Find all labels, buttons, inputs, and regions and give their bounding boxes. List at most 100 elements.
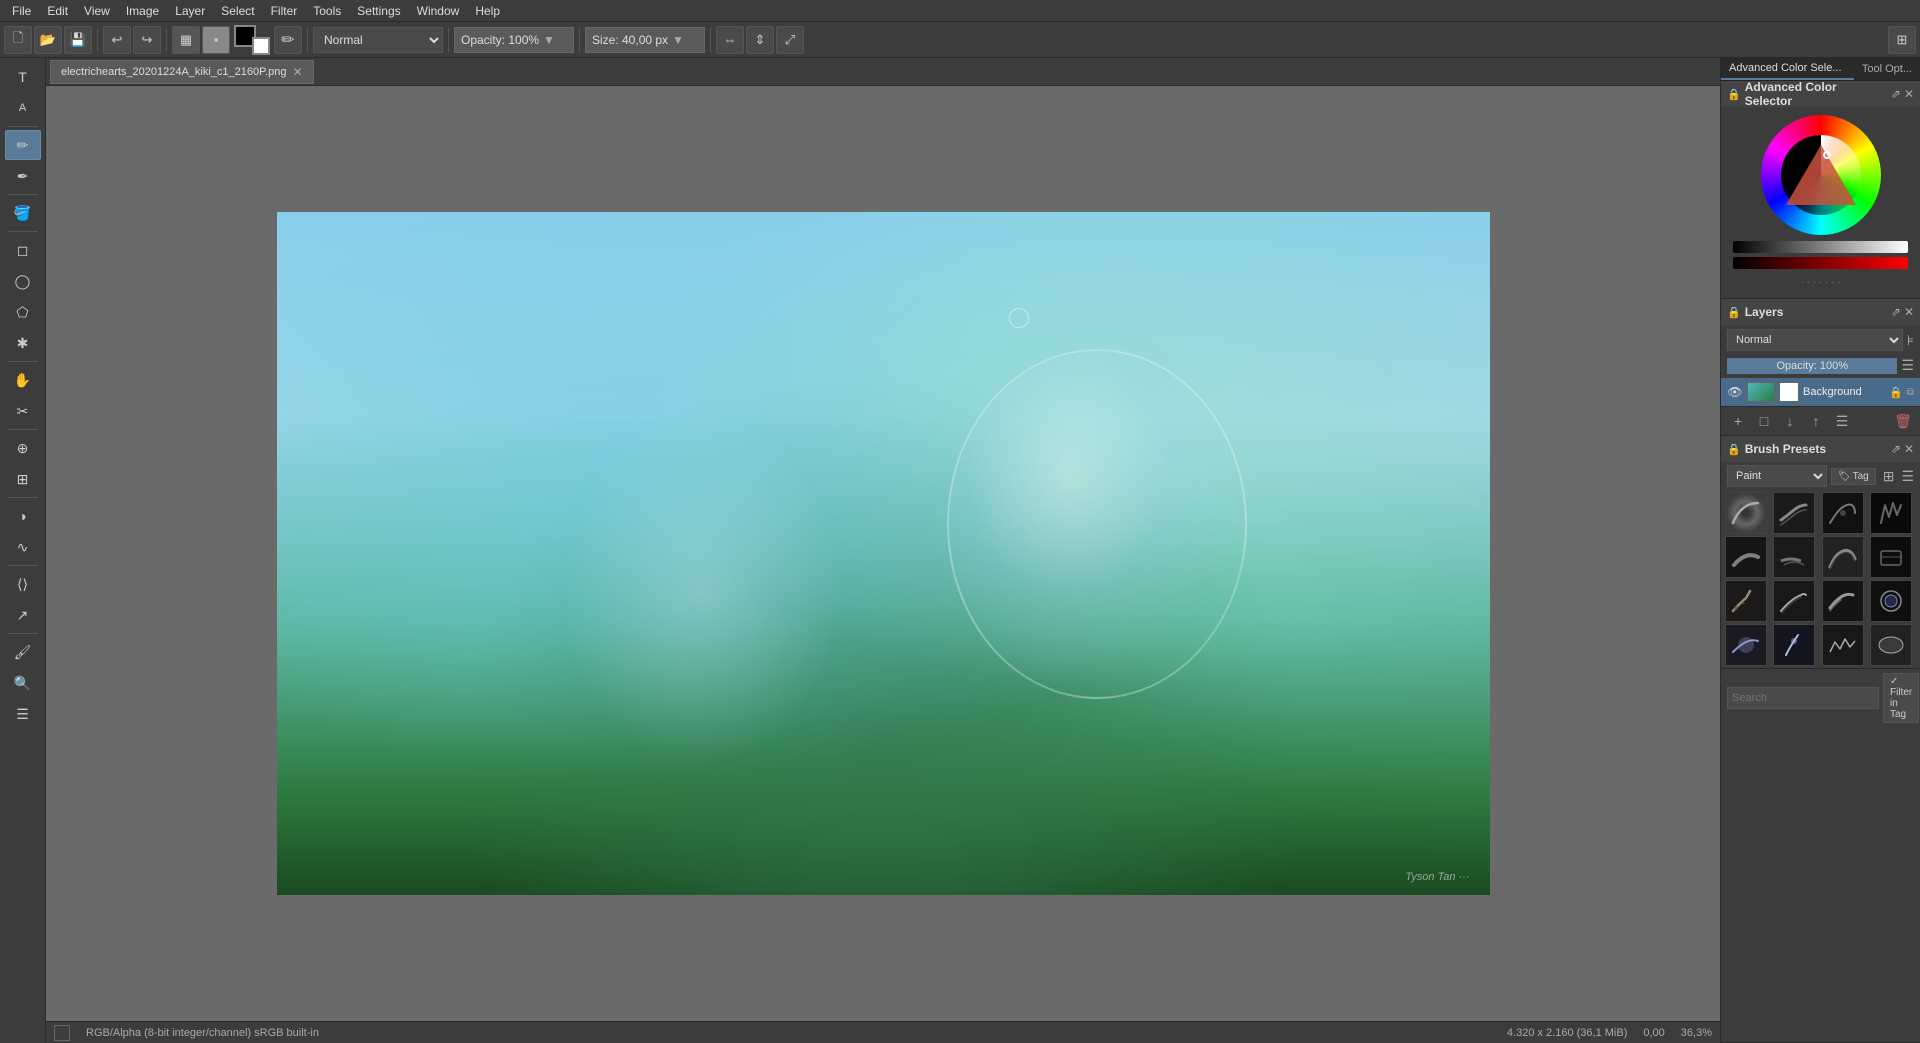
transform-tool[interactable]: ↗ — [5, 600, 41, 630]
background-color[interactable] — [252, 37, 270, 55]
background-layer-row[interactable]: 👁 Background 🔒 ⧉ — [1721, 378, 1920, 406]
layer-menu-btn[interactable]: ☰ — [1831, 411, 1853, 431]
brush-item-14[interactable] — [1773, 624, 1815, 666]
undo-button[interactable]: ↩ — [103, 26, 131, 54]
canvas-viewport[interactable]: Tyson Tan ··· — [46, 86, 1720, 1021]
brush-item-16[interactable] — [1870, 624, 1912, 666]
bg-color-btn[interactable]: ▪ — [202, 26, 230, 54]
menu-select[interactable]: Select — [213, 2, 262, 20]
window-btn[interactable]: ⊞ — [1888, 26, 1916, 54]
brush-item-1[interactable] — [1725, 492, 1767, 534]
grid-button[interactable]: ▦ — [172, 26, 200, 54]
brush-menu-icon[interactable]: ☰ — [1901, 468, 1914, 485]
layer-up-btn[interactable]: ↑ — [1805, 411, 1827, 431]
menu-tools[interactable]: Tools — [305, 2, 349, 20]
blend-mode-select[interactable]: Normal — [313, 27, 443, 53]
brush-item-15[interactable] — [1822, 624, 1864, 666]
menu-image[interactable]: Image — [118, 2, 167, 20]
brush-item-2[interactable] — [1773, 492, 1815, 534]
mirror-x-btn[interactable]: ⇔ — [716, 26, 744, 54]
brush-detach-icon[interactable]: ⇗ — [1891, 442, 1901, 456]
layer-down-btn[interactable]: ↓ — [1779, 411, 1801, 431]
delete-layer-btn[interactable]: 🗑 — [1892, 411, 1914, 431]
mirror-y-btn[interactable]: ⇕ — [746, 26, 774, 54]
brush-item-8[interactable] — [1870, 536, 1912, 578]
brush-search-input[interactable] — [1727, 687, 1879, 709]
menu-view[interactable]: View — [76, 2, 118, 20]
brush-item-9[interactable] — [1725, 580, 1767, 622]
layers-close-icon[interactable]: ✕ — [1904, 305, 1914, 319]
pan-tool[interactable]: ☰ — [5, 699, 41, 729]
layer-opacity-input[interactable]: Opacity: 100% — [1727, 358, 1897, 374]
menu-help[interactable]: Help — [467, 2, 508, 20]
tag-button[interactable]: 🏷 Tag — [1831, 468, 1876, 485]
transform-btn[interactable]: ⤢ — [776, 26, 804, 54]
fill-tool[interactable]: 🪣 — [5, 198, 41, 228]
layers-header[interactable]: 🔒 Layers ⇗ ✕ — [1721, 299, 1920, 325]
layer-extra-icon[interactable]: ⧉ — [1907, 387, 1914, 398]
detach-icon[interactable]: ⇗ — [1891, 87, 1901, 101]
menu-layer[interactable]: Layer — [167, 2, 213, 20]
color-selector-header[interactable]: 🔒 Advanced Color Selector ⇗ ✕ — [1721, 81, 1920, 107]
brush-item-3[interactable] — [1822, 492, 1864, 534]
brush-item-12[interactable] — [1870, 580, 1912, 622]
layers-detach-icon[interactable]: ⇗ — [1891, 305, 1901, 319]
brush-close-icon[interactable]: ✕ — [1904, 442, 1914, 456]
measure-tool[interactable]: ⟨⟩ — [5, 569, 41, 599]
color-pick-tool[interactable]: 🖌 — [5, 637, 41, 667]
fuzzy-select-tool[interactable]: ✱ — [5, 328, 41, 358]
zoom-tool[interactable]: 🔍 — [5, 668, 41, 698]
menu-filter[interactable]: Filter — [263, 2, 306, 20]
heal-tool[interactable]: ⊕ — [5, 433, 41, 463]
opacity-control[interactable]: Opacity: 100% ▼ — [454, 27, 574, 53]
color-wheel[interactable] — [1761, 115, 1881, 235]
size-expand-icon[interactable]: ▼ — [672, 33, 684, 47]
add-layer-btn[interactable]: + — [1727, 411, 1749, 431]
brush-presets-header[interactable]: 🔒 Brush Presets ⇗ ✕ — [1721, 436, 1920, 462]
status-icon[interactable] — [54, 1025, 70, 1041]
brush-item-5[interactable] — [1725, 536, 1767, 578]
fg-bg-colors[interactable] — [234, 25, 270, 55]
rect-select-tool[interactable]: ◻ — [5, 235, 41, 265]
canvas-tab[interactable]: electrichearts_20201224A_kiki_c1_2160P.p… — [50, 60, 314, 84]
brush-item-4[interactable] — [1870, 492, 1912, 534]
text-tool[interactable]: T — [5, 62, 41, 92]
menu-settings[interactable]: Settings — [349, 2, 408, 20]
lightness-slider[interactable] — [1733, 241, 1908, 253]
brush-item-7[interactable] — [1822, 536, 1864, 578]
new-button[interactable]: 🗋 — [4, 26, 32, 54]
brush-item-6[interactable] — [1773, 536, 1815, 578]
menu-window[interactable]: Window — [409, 2, 468, 20]
layer-filter-icon[interactable]: ⊧ — [1907, 332, 1914, 349]
save-button[interactable]: 💾 — [64, 26, 92, 54]
layer-visibility-icon[interactable]: 👁 — [1727, 384, 1743, 400]
tool-icon[interactable]: ✏ — [274, 26, 302, 54]
clone-tool[interactable]: ⊞ — [5, 464, 41, 494]
layer-opacity-menu-icon[interactable]: ☰ — [1901, 357, 1914, 374]
hand-tool[interactable]: ✋ — [5, 365, 41, 395]
brush-category-select[interactable]: Paint — [1727, 465, 1827, 487]
crop-tool[interactable]: ✂ — [5, 396, 41, 426]
tab-color-selector[interactable]: Advanced Color Sele... — [1721, 58, 1854, 80]
size-control[interactable]: Size: 40,00 px ▼ — [585, 27, 705, 53]
ellipse-select-tool[interactable]: ◯ — [5, 266, 41, 296]
align-tool[interactable]: A — [5, 93, 41, 123]
hue-slider[interactable] — [1733, 257, 1908, 269]
pencil-tool[interactable]: ✒ — [5, 161, 41, 191]
layer-lock-icon[interactable]: 🔒 — [1889, 386, 1903, 399]
free-select-tool[interactable]: ⬠ — [5, 297, 41, 327]
dodge-tool[interactable]: ◑ — [5, 501, 41, 531]
brush-item-13[interactable] — [1725, 624, 1767, 666]
close-panel-icon[interactable]: ✕ — [1904, 87, 1914, 101]
opacity-expand-icon[interactable]: ▼ — [543, 33, 555, 47]
filter-tag-btn[interactable]: ✓ Filter in Tag — [1883, 673, 1919, 723]
tab-tool-options[interactable]: Tool Opt... — [1854, 59, 1920, 79]
open-button[interactable]: 📂 — [34, 26, 62, 54]
brush-grid-view-icon[interactable]: ⊞ — [1880, 468, 1898, 485]
layer-blend-select[interactable]: Normal — [1727, 329, 1903, 351]
canvas-tab-close[interactable]: ✕ — [292, 65, 302, 79]
brush-item-10[interactable] — [1773, 580, 1815, 622]
menu-edit[interactable]: Edit — [39, 2, 76, 20]
brush-item-11[interactable] — [1822, 580, 1864, 622]
smudge-tool[interactable]: ∿ — [5, 532, 41, 562]
